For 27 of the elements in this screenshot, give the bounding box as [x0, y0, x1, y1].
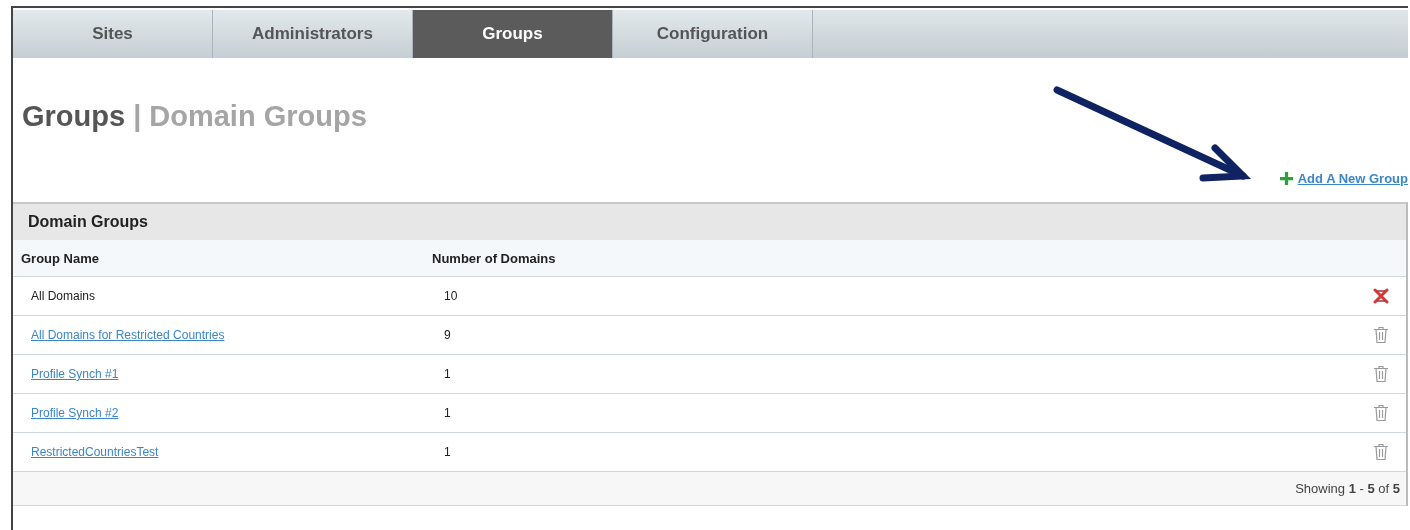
group-link[interactable]: Profile Synch #2 [31, 406, 119, 420]
nav-tab[interactable]: Groups [413, 10, 613, 58]
table-cell: 1 [444, 445, 451, 459]
add-group-link[interactable]: Add A New Group [1297, 171, 1408, 186]
table-cell: All Domains [31, 289, 96, 303]
nav-tab[interactable]: Sites [13, 10, 213, 58]
trash-icon[interactable] [1373, 443, 1389, 461]
table-cell: 1 [444, 367, 451, 381]
table-cell: 9 [444, 328, 451, 342]
table-cell: 1 [444, 406, 451, 420]
pagination-summary: Showing 1 - 5 of 5 [1295, 481, 1400, 496]
nav-tab[interactable]: Administrators [213, 10, 413, 58]
column-header: Number of Domains [432, 250, 557, 266]
plus-icon [1279, 172, 1293, 185]
group-link[interactable]: Profile Synch #1 [31, 367, 119, 381]
nav-tab[interactable]: Configuration [613, 10, 813, 58]
table-cell: 10 [444, 289, 458, 303]
trash-icon[interactable] [1373, 365, 1389, 383]
column-header: Group Name [20, 250, 100, 266]
title-separator: | [133, 100, 142, 133]
trash-icon[interactable] [1373, 326, 1389, 344]
page-subtitle: Domain Groups [149, 100, 367, 133]
panel-title: Domain Groups [13, 204, 1406, 240]
page-title: Groups [22, 100, 126, 133]
group-link[interactable]: All Domains for Restricted Countries [31, 328, 225, 342]
group-link[interactable]: RestrictedCountriesTest [31, 445, 159, 459]
trash-icon[interactable] [1373, 404, 1389, 422]
